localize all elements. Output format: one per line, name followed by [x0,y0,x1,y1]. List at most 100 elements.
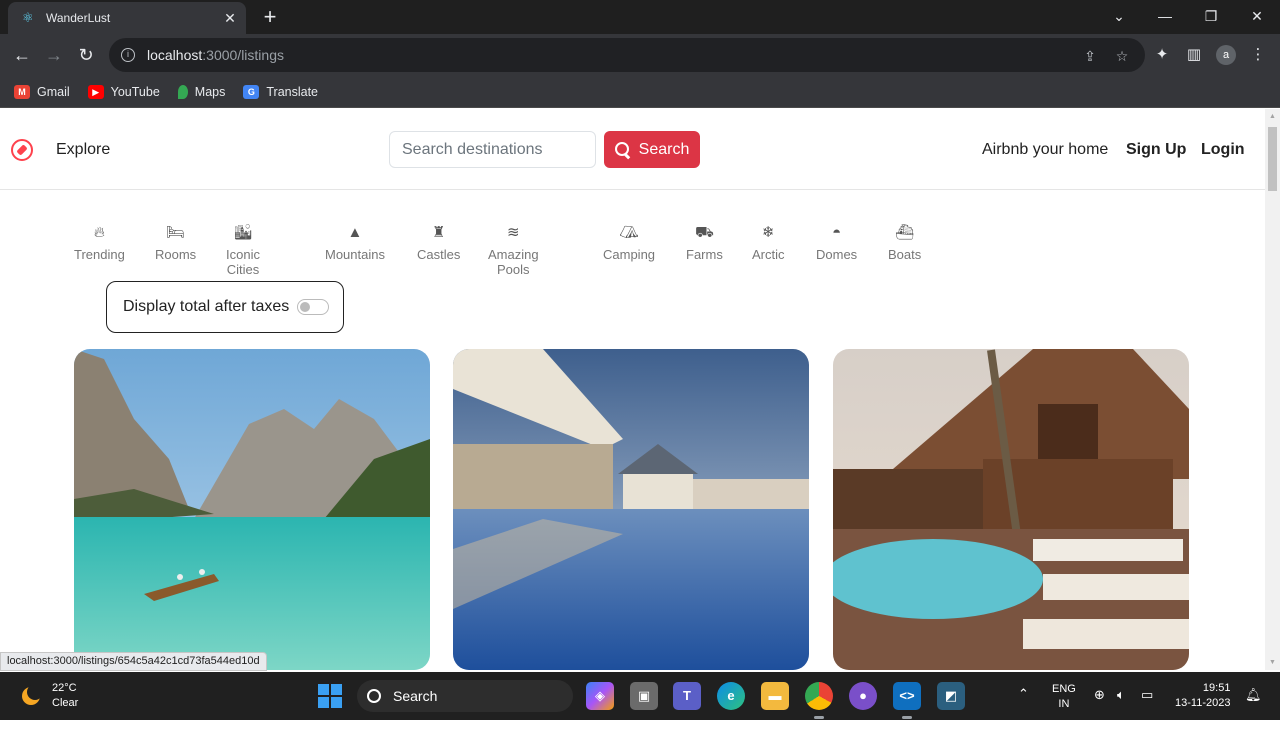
site-info-icon[interactable]: i [121,48,135,62]
filter-amazing-pools[interactable]: ≋ Amazing Pools [488,224,539,278]
filter-camping[interactable]: ⛺︎ Camping [603,225,656,263]
weather-desc: Clear [52,697,79,709]
chrome-icon[interactable] [805,682,833,710]
airbnb-your-home-link[interactable]: Airbnb your home [982,141,1108,159]
task-view-icon[interactable]: ▣ [630,682,658,710]
restore-window-button[interactable]: ❐ [1196,6,1226,26]
copilot-icon[interactable]: ◈ [586,682,614,710]
filter-arctic[interactable]: ❄ Arctic [752,225,785,263]
explore-link[interactable]: Explore [56,141,110,159]
beach-lodge-image [833,349,1189,670]
filter-mountains[interactable]: ▲ Mountains [325,225,385,263]
minimize-window-button[interactable]: — [1150,6,1180,26]
fire-icon: 🔥︎ [93,224,105,241]
taskbar-search-label: Search [393,688,438,704]
listing-card[interactable] [833,349,1189,670]
url-path: :3000/listings [202,47,284,63]
bookmark-star-icon[interactable]: ☆ [1113,47,1131,65]
mongodb-compass-icon[interactable]: ◩ [937,682,965,710]
filter-trending[interactable]: 🔥︎ Trending [74,224,125,263]
scroll-down-arrow-icon[interactable]: ▼ [1268,659,1277,667]
filter-boats[interactable]: ⛴︎ Boats [888,225,921,263]
extensions-puzzle-icon[interactable]: ✦ [1152,45,1172,65]
mountain-lake-image [74,349,430,670]
listing-card[interactable] [74,349,430,670]
filter-label: Castles [417,247,461,262]
magnifier-icon [614,141,631,158]
login-link[interactable]: Login [1201,141,1245,159]
bookmark-label: Maps [194,84,226,99]
filter-label: Farms [686,247,723,262]
filter-label: Trending [74,247,125,262]
filter-label: Domes [816,247,858,262]
forward-arrow-icon[interactable]: → [42,43,66,67]
clock[interactable]: 19:51 13-11-2023 [1175,681,1230,729]
filter-label: Rooms [155,247,197,262]
chrome-active-indicator [814,716,824,719]
filter-farms[interactable]: ⛟ Farms [686,225,723,263]
listing-card[interactable] [453,349,809,670]
show-hidden-icons-chevron-icon[interactable]: ⌃ [1018,686,1029,734]
city-icon: 🏙︎ [233,224,253,241]
language-indicator[interactable]: ENG IN [1052,682,1076,730]
edge-icon[interactable]: e [717,682,745,710]
site-navbar: Explore Search destinations Search Airbn… [0,109,1265,190]
battery-icon[interactable]: ▭ [1141,687,1153,735]
notification-bell-icon[interactable]: 🔔︎ [1245,687,1262,735]
bookmark-youtube[interactable]: ▶ YouTube [87,84,160,99]
volume-icon[interactable]: 🔈︎ [1117,687,1125,735]
teams-icon[interactable]: T [673,682,701,710]
address-bar[interactable]: i localhost:3000/listings ⇪ ☆ [109,38,1145,72]
file-explorer-icon[interactable]: ▬ [761,682,789,710]
clock-time: 19:51 [1202,682,1231,694]
github-desktop-icon[interactable]: ● [849,682,877,710]
tab-search-chevron-icon[interactable]: ⌄ [1104,6,1134,26]
filter-iconic-cities[interactable]: 🏙︎ Iconic Cities [226,224,260,278]
bookmark-label: Gmail [37,84,70,99]
signup-link[interactable]: Sign Up [1126,141,1186,159]
gmail-icon: M [14,84,30,99]
scroll-up-arrow-icon[interactable]: ▲ [1268,113,1277,121]
filter-label: Camping [603,247,656,262]
back-arrow-icon[interactable]: ← [10,43,34,67]
filter-label: Amazing Pools [488,247,539,277]
weather-widget[interactable]: 22°C Clear [22,681,78,711]
bookmark-translate[interactable]: G Translate [243,84,319,99]
url-host: localhost [147,47,203,63]
close-tab-icon[interactable]: ✕ [222,10,238,26]
scrollbar-thumb[interactable] [1268,127,1277,191]
pool-icon: ≋ [506,224,520,241]
filter-domes[interactable]: ◓ Domes [816,225,858,263]
moon-icon [22,684,43,705]
lang-bottom: IN [1058,698,1070,710]
reload-icon[interactable]: ↻ [74,43,98,67]
search-destinations-input[interactable]: Search destinations [389,131,596,168]
bookmark-label: Translate [266,84,319,99]
kebab-menu-icon[interactable]: ⋮ [1248,45,1268,65]
search-button[interactable]: Search [604,131,700,168]
network-icon[interactable]: ⊕ [1094,687,1105,735]
vscode-icon[interactable]: <> [893,682,921,710]
resort-pool-image [453,349,809,670]
filter-rooms[interactable]: 🛏︎ Rooms [155,225,197,263]
new-tab-button[interactable]: + [259,6,281,28]
tax-toggle[interactable]: Display total after taxes [106,281,344,333]
windows-start-icon[interactable] [318,684,342,708]
browser-tab-bar: ⚛ WanderLust ✕ + ⌄ — ❐ ✕ [0,0,1280,34]
bookmark-gmail[interactable]: M Gmail [14,84,70,99]
tax-switch[interactable] [297,299,330,315]
web-page: Explore Search destinations Search Airbn… [0,109,1265,670]
close-window-button[interactable]: ✕ [1242,6,1272,26]
browser-tab[interactable]: ⚛ WanderLust ✕ [8,2,246,34]
react-favicon-icon: ⚛ [22,10,34,25]
share-icon[interactable]: ⇪ [1081,47,1099,65]
compass-logo-icon[interactable] [11,139,33,161]
page-scrollbar[interactable]: ▲ ▼ [1265,109,1280,670]
taskbar-search[interactable]: Search [357,680,573,712]
profile-avatar[interactable]: a [1216,45,1236,65]
bookmark-maps[interactable]: Maps [177,84,226,99]
side-panel-icon[interactable]: ▥ [1184,45,1204,65]
weather-temp: 22°C [52,682,77,694]
filter-castles[interactable]: ♜ Castles [417,225,461,263]
windows-taskbar: 22°C Clear Search ◈ ▣ T e ▬ ● <> ◩ ⌃ ENG… [0,672,1280,720]
